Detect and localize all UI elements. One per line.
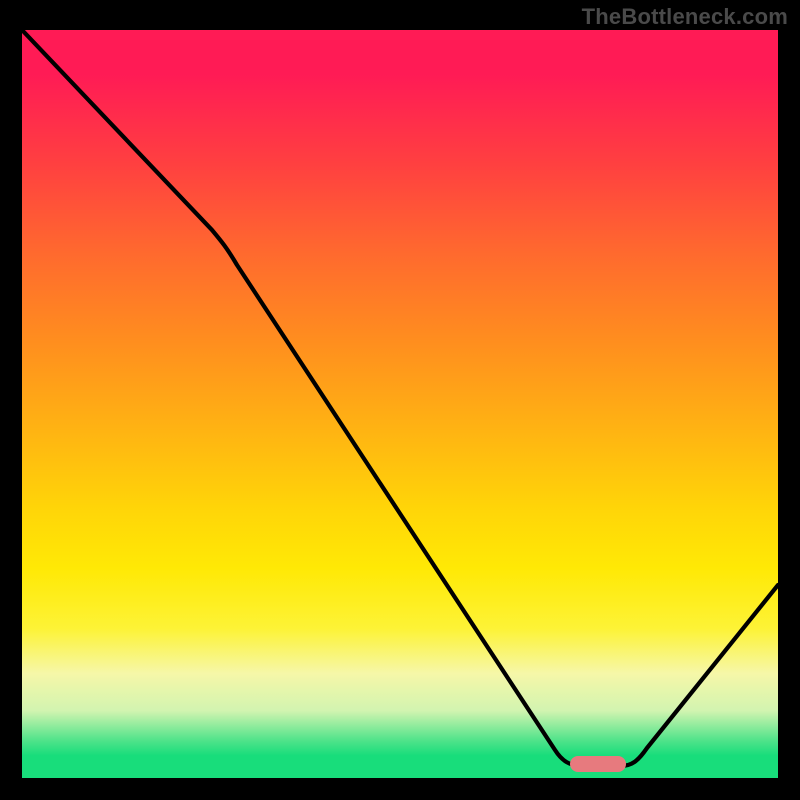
watermark-text: TheBottleneck.com	[582, 4, 788, 30]
optimal-range-marker	[570, 756, 626, 772]
bottleneck-curve	[22, 30, 778, 778]
chart-frame: TheBottleneck.com	[0, 0, 800, 800]
curve-path	[22, 30, 778, 766]
plot-area	[22, 30, 778, 778]
